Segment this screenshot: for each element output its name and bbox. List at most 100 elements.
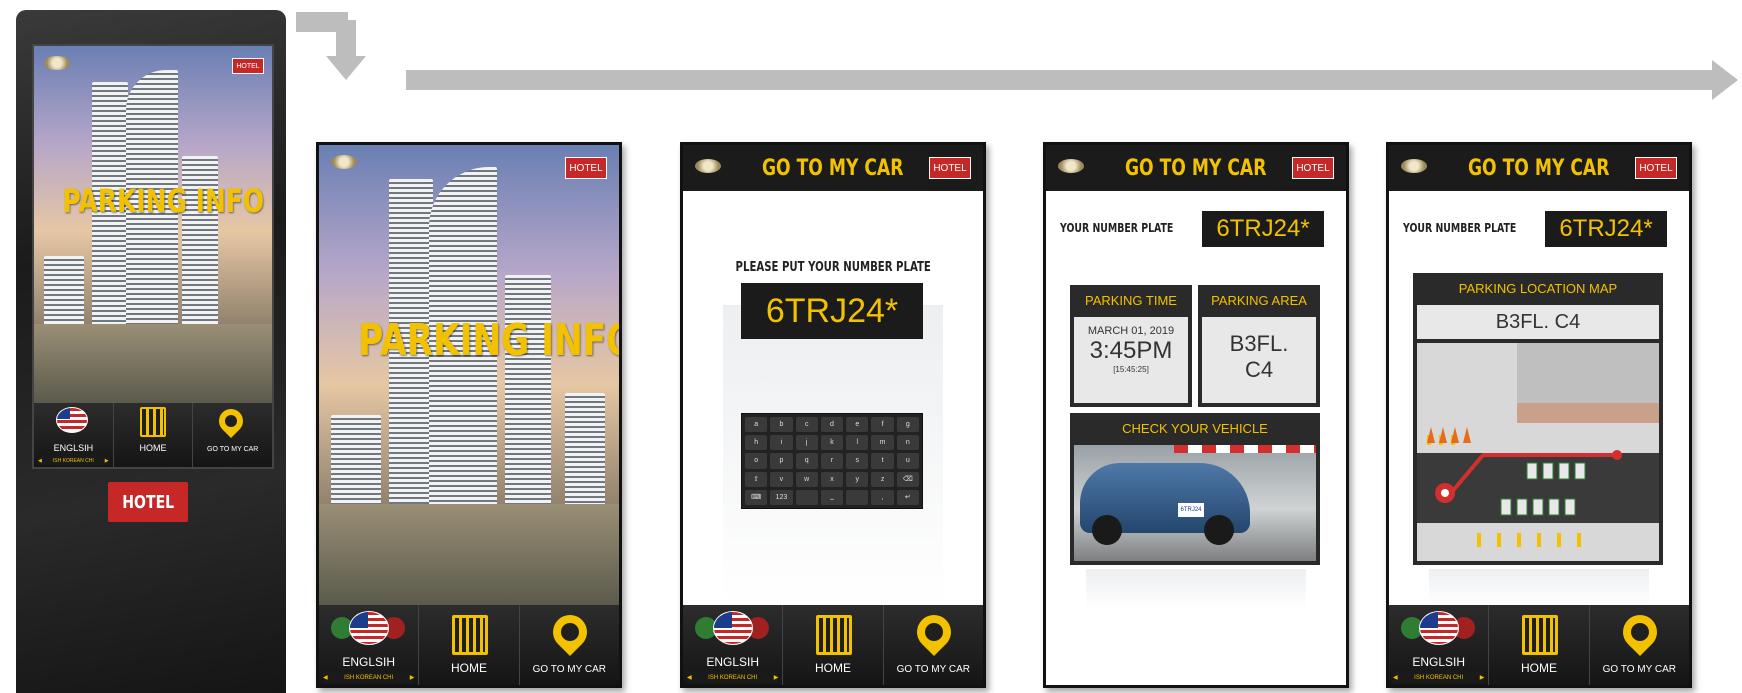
hotel-badge: HOTEL bbox=[565, 157, 607, 179]
screen-header: GO TO MY CAR HOTEL bbox=[683, 145, 983, 191]
flow-hook-arrow-stem bbox=[336, 20, 356, 58]
keyboard-key[interactable]: q bbox=[795, 453, 818, 469]
hotel-badge: HOTEL bbox=[232, 58, 264, 74]
kiosk-go-to-my-car-button[interactable]: GO TO MY CAR bbox=[193, 403, 272, 467]
us-flag-icon bbox=[713, 611, 753, 645]
keyboard-key[interactable]: ⎵ bbox=[820, 489, 844, 505]
language-selector[interactable]: ◀ ISH KOREAN CHI ▶ bbox=[687, 672, 779, 683]
home-button[interactable]: HOME bbox=[1489, 605, 1590, 685]
car-pin-icon bbox=[1615, 607, 1664, 657]
keyboard-key[interactable]: ↵ bbox=[896, 489, 919, 505]
keyboard-key[interactable]: e bbox=[846, 417, 869, 433]
screen-header: GO TO MY CAR HOTEL bbox=[1046, 145, 1346, 191]
keyboard-key[interactable]: f bbox=[871, 417, 894, 433]
kiosk-home-button[interactable]: HOME bbox=[113, 403, 194, 467]
language-selector[interactable]: ◀ ISH KOREAN CHI ▶ bbox=[38, 456, 109, 465]
kiosk-language-button[interactable]: ENGLSIH ◀ ISH KOREAN CHI ▶ bbox=[34, 403, 114, 467]
screen-enter-plate: GO TO MY CAR HOTEL PLEASE PUT YOUR NUMBE… bbox=[680, 142, 986, 688]
kiosk-body: HOTEL PARKING INFO ENGLSIH ◀ ISH KOREAN C… bbox=[16, 10, 286, 693]
us-flag-icon bbox=[1419, 611, 1459, 645]
us-flag-icon bbox=[349, 611, 389, 645]
keyboard-key[interactable]: v bbox=[770, 471, 793, 487]
car-plate: 6TRJ24 bbox=[1178, 503, 1204, 517]
keyboard-key[interactable]: c bbox=[795, 417, 818, 433]
us-flag-icon bbox=[56, 407, 88, 433]
screen-parking-map: GO TO MY CAR HOTEL YOUR NUMBER PLATE 6TR… bbox=[1386, 142, 1692, 688]
keyboard-key[interactable] bbox=[846, 489, 869, 505]
keyboard-key[interactable]: p bbox=[770, 453, 793, 469]
car-pin-icon bbox=[545, 607, 594, 657]
keyboard-key[interactable] bbox=[795, 489, 818, 505]
keyboard-key[interactable]: h bbox=[745, 435, 768, 451]
on-screen-keyboard[interactable]: a b c d e f g h i j k l m n o p q r s t u ⇧ v w x y z ⌫ ⌨ 123 ⎵, ↵ bbox=[741, 413, 923, 509]
go-to-my-car-button[interactable]: GO TO MY CAR bbox=[1589, 605, 1689, 685]
keyboard-key[interactable]: g bbox=[896, 417, 919, 433]
go-to-my-car-button[interactable]: GO TO MY CAR bbox=[519, 605, 619, 685]
building-photo bbox=[319, 145, 619, 605]
hotel-badge: HOTEL bbox=[1635, 157, 1677, 179]
keyboard-key[interactable]: ⇧ bbox=[745, 471, 768, 487]
parking-time: 3:45PM bbox=[1089, 337, 1173, 364]
keyboard-key[interactable]: ⌨ bbox=[745, 489, 768, 505]
check-vehicle-label: CHECK YOUR VEHICLE bbox=[1122, 420, 1268, 436]
keyboard-key[interactable]: i bbox=[770, 435, 793, 451]
keyboard-key[interactable]: o bbox=[745, 453, 768, 469]
parking-area-panel: PARKING AREA B3FL. C4 bbox=[1198, 285, 1320, 407]
parking-map[interactable] bbox=[1417, 343, 1659, 561]
keyboard-key[interactable]: d bbox=[820, 417, 844, 433]
parking-time-panel: PARKING TIME MARCH 01, 2019 3:45PM [15:4… bbox=[1070, 285, 1192, 407]
nav-bar: ENGLSIH ◀ ISH KOREAN CHI ▶ HOME GO TO MY C… bbox=[1389, 605, 1689, 685]
hotel-building-icon bbox=[1522, 615, 1559, 655]
keyboard-key[interactable]: z bbox=[871, 471, 894, 487]
parking-area-body: B3FL. C4 bbox=[1202, 317, 1316, 403]
keyboard-key[interactable]: w bbox=[795, 471, 818, 487]
car-pin-icon bbox=[909, 607, 958, 657]
keyboard-key[interactable]: j bbox=[795, 435, 818, 451]
plate-prompt: PLEASE PUT YOUR NUMBER PLATE bbox=[735, 260, 931, 275]
car-pin-icon bbox=[214, 404, 249, 438]
keyboard-key[interactable]: s bbox=[846, 453, 869, 469]
keyboard-key[interactable]: u bbox=[896, 453, 919, 469]
keyboard-key[interactable]: x bbox=[820, 471, 844, 487]
keyboard-key[interactable]: 123 bbox=[770, 489, 793, 505]
screen-parking-info: HOTEL PARKING INFO ENGLSIH ◀ ISH KOREAN C… bbox=[316, 142, 622, 688]
hotel-badge: HOTEL bbox=[1292, 157, 1334, 179]
hotel-building-icon bbox=[139, 407, 166, 437]
nav-bar: ENGLSIH ◀ ISH KOREAN CHI ▶ HOME GO TO MY C… bbox=[319, 605, 619, 685]
faded-building-background bbox=[1429, 569, 1649, 605]
map-location: B3FL. C4 bbox=[1417, 305, 1659, 339]
keyboard-key[interactable]: l bbox=[846, 435, 869, 451]
omni-smart-logo-icon bbox=[44, 56, 70, 70]
nav-bar: ENGLSIH ◀ ISH KOREAN CHI ▶ HOME GO TO MY C… bbox=[683, 605, 983, 685]
language-button[interactable]: ENGLSIH ◀ ISH KOREAN CHI ▶ bbox=[683, 605, 784, 685]
keyboard-key[interactable]: r bbox=[820, 453, 844, 469]
keyboard-key[interactable]: y bbox=[846, 471, 869, 487]
plate-input[interactable]: 6TRJ24* bbox=[741, 283, 923, 339]
keyboard-key[interactable]: b bbox=[770, 417, 793, 433]
language-button[interactable]: ENGLSIH ◀ ISH KOREAN CHI ▶ bbox=[1389, 605, 1490, 685]
flow-arrow bbox=[406, 70, 1716, 90]
language-selector[interactable]: ◀ ISH KOREAN CHI ▶ bbox=[323, 672, 415, 683]
plate-display: 6TRJ24* bbox=[1202, 211, 1324, 247]
keyboard-key[interactable]: ⌫ bbox=[896, 471, 919, 487]
vehicle-photo: 6TRJ24 bbox=[1074, 445, 1316, 561]
parking-time-label: PARKING TIME bbox=[1085, 292, 1177, 308]
kiosk-nav-bar: ENGLSIH ◀ ISH KOREAN CHI ▶ HOME GO TO MY C… bbox=[34, 403, 272, 467]
keyboard-key[interactable]: k bbox=[820, 435, 844, 451]
keyboard-key[interactable]: , bbox=[871, 489, 894, 505]
parking-duration: [15:45:25] bbox=[1113, 365, 1149, 374]
keyboard-key[interactable]: n bbox=[896, 435, 919, 451]
plate-label: YOUR NUMBER PLATE bbox=[1403, 221, 1517, 235]
language-button[interactable]: ENGLSIH ◀ ISH KOREAN CHI ▶ bbox=[319, 605, 420, 685]
kiosk-hotel-sign: HOTEL bbox=[108, 482, 188, 522]
home-button[interactable]: HOME bbox=[783, 605, 884, 685]
home-button[interactable]: HOME bbox=[419, 605, 520, 685]
language-selector[interactable]: ◀ ISH KOREAN CHI ▶ bbox=[1393, 672, 1485, 683]
keyboard-key[interactable]: m bbox=[871, 435, 894, 451]
plate-label: YOUR NUMBER PLATE bbox=[1060, 221, 1174, 235]
go-to-my-car-button[interactable]: GO TO MY CAR bbox=[883, 605, 983, 685]
right-arrow-icon bbox=[1712, 60, 1738, 100]
plate-display: 6TRJ24* bbox=[1545, 211, 1667, 247]
keyboard-key[interactable]: t bbox=[871, 453, 894, 469]
keyboard-key[interactable]: a bbox=[745, 417, 768, 433]
